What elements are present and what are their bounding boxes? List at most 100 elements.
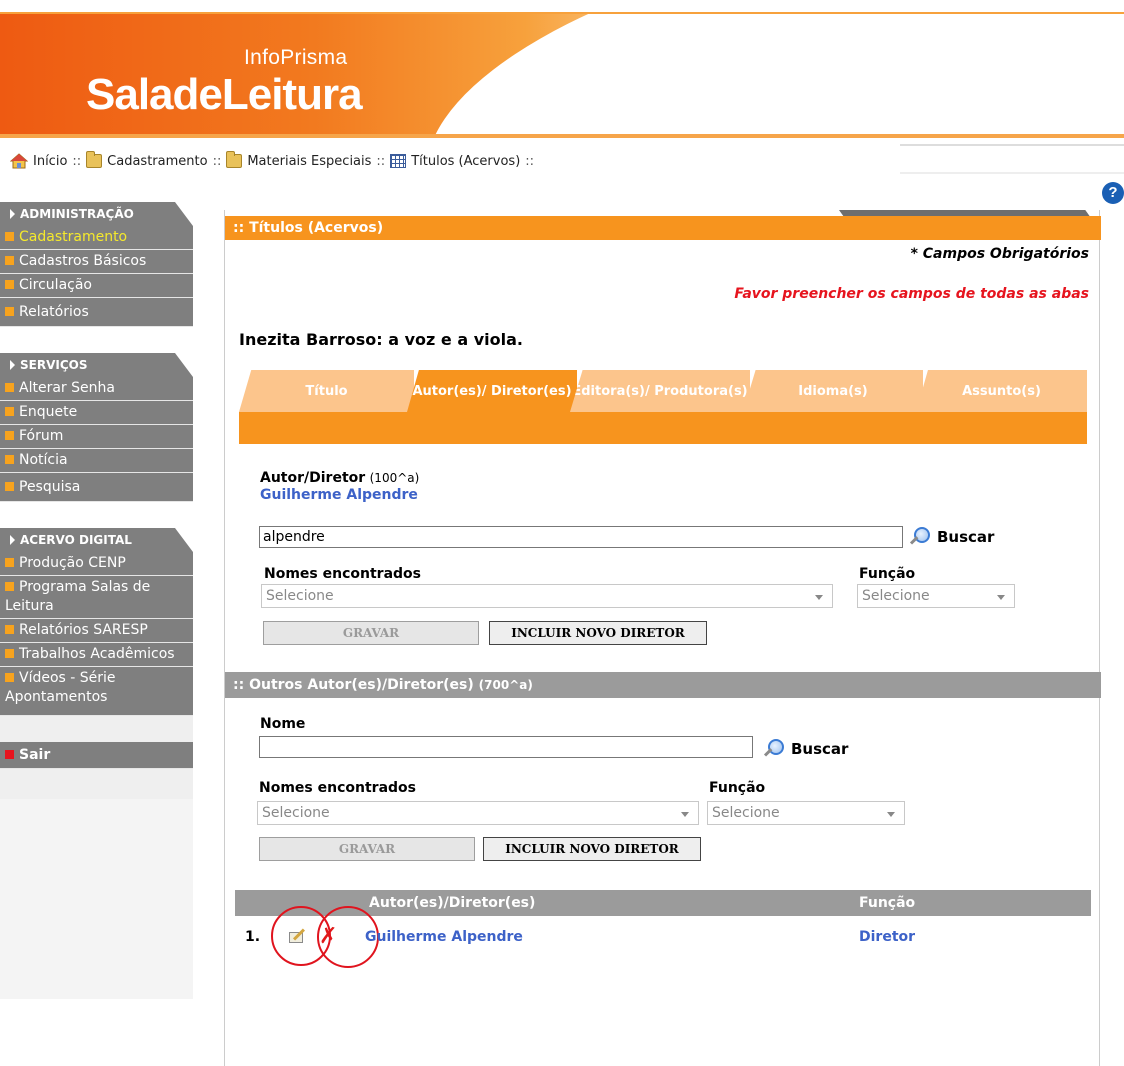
author-field-code: (100^a) — [369, 471, 420, 485]
row-function[interactable]: Diretor — [859, 929, 915, 945]
work-title: Inezita Barroso: a voz e a viola. — [239, 330, 523, 349]
sidebar-item-pesquisa[interactable]: Pesquisa — [0, 473, 193, 502]
author-label: Autor/Diretor (100^a) — [260, 470, 420, 486]
sidebar-header-servicos: SERVIÇOS — [0, 353, 193, 377]
sidebar-item-relatorios[interactable]: Relatórios — [0, 298, 193, 327]
folder-icon — [226, 151, 243, 168]
arrow-right-icon — [10, 209, 15, 219]
breadcrumb-titulos[interactable]: Títulos (Acervos) — [411, 154, 520, 169]
tab-idiomas[interactable]: Idioma(s) — [743, 370, 923, 412]
sidebar-item-videos-serie[interactable]: Vídeos - Série Apontamentos — [0, 667, 193, 716]
folder-icon — [86, 151, 103, 168]
sidebar-item-producao-cenp[interactable]: Produção CENP — [0, 552, 193, 576]
bullet-icon — [5, 256, 14, 265]
row-author-name[interactable]: Guilherme Alpendre — [365, 929, 523, 945]
arrow-right-icon — [10, 535, 15, 545]
sidebar-item-enquete[interactable]: Enquete — [0, 401, 193, 425]
author-new-director-button[interactable]: INCLUIR NOVO DIRETOR — [489, 621, 707, 645]
arrow-right-icon — [10, 360, 15, 370]
sidebar-item-sair[interactable]: Sair — [0, 742, 193, 769]
header-banner: InfoPrisma SaladeLeitura — [0, 12, 1124, 138]
others-names-found-label: Nomes encontrados — [259, 780, 416, 796]
bullet-icon — [5, 482, 14, 491]
author-function-select[interactable]: Selecione — [857, 584, 1015, 608]
tab-editoras-produtoras[interactable]: Editora(s)/ Produtora(s) — [570, 370, 750, 412]
grid-icon — [390, 154, 407, 168]
panel-title: :: Títulos (Acervos) — [225, 216, 1101, 240]
home-icon — [10, 153, 28, 169]
breadcrumb-separator: :: — [376, 153, 386, 169]
table-row: 1. ✗ Guilherme Alpendre Diretor — [235, 906, 1091, 968]
required-fields-note: * Campos Obrigatórios — [910, 246, 1089, 262]
breadcrumb-inicio[interactable]: Início — [33, 154, 67, 169]
sidebar-item-forum[interactable]: Fórum — [0, 425, 193, 449]
author-names-found-label: Nomes encontrados — [264, 566, 421, 582]
breadcrumb-separator: :: — [72, 153, 82, 169]
sidebar-header-acervo: ACERVO DIGITAL — [0, 528, 193, 552]
others-new-director-button[interactable]: INCLUIR NOVO DIRETOR — [483, 837, 701, 861]
help-icon[interactable]: ? — [1102, 182, 1124, 204]
bullet-icon — [5, 558, 14, 567]
author-current-name[interactable]: Guilherme Alpendre — [260, 487, 418, 503]
bullet-icon — [5, 625, 14, 634]
warning-message: Favor preencher os campos de todas as ab… — [734, 286, 1089, 302]
author-search-button[interactable]: Buscar — [909, 526, 994, 548]
bullet-icon — [5, 383, 14, 392]
col-header-author: Autor(es)/Diretor(es) — [369, 895, 536, 911]
others-save-button[interactable]: GRAVAR — [259, 837, 475, 861]
sidebar-group-acervo: ACERVO DIGITAL Produção CENP Programa Sa… — [0, 528, 193, 716]
sidebar-item-cadastros-basicos[interactable]: Cadastros Básicos — [0, 250, 193, 274]
bullet-icon — [5, 307, 14, 316]
sidebar-item-alterar-senha[interactable]: Alterar Senha — [0, 377, 193, 401]
col-header-function: Função — [859, 895, 916, 911]
tab-strip: Título Autor(es)/ Diretor(es) Editora(s)… — [239, 370, 1087, 412]
sidebar-footer — [0, 799, 193, 999]
sidebar-item-cadastramento[interactable]: Cadastramento — [0, 226, 193, 250]
sidebar-item-trabalhos-academicos[interactable]: Trabalhos Acadêmicos — [0, 643, 193, 667]
bullet-icon — [5, 455, 14, 464]
brand-small: InfoPrisma — [244, 46, 348, 69]
author-search-input[interactable]: alpendre — [259, 526, 903, 548]
bullet-icon — [5, 582, 14, 591]
search-icon — [909, 526, 931, 548]
others-section-bar: :: Outros Autor(es)/Diretor(es) (700^a) — [225, 672, 1101, 698]
breadcrumb: Início :: Cadastramento :: Materiais Esp… — [10, 150, 539, 172]
others-search-button[interactable]: Buscar — [763, 738, 848, 760]
chevron-down-icon — [681, 812, 689, 817]
breadcrumb-cadastramento[interactable]: Cadastramento — [107, 154, 207, 169]
panel-head: :: Títulos (Acervos) — [225, 210, 1101, 240]
others-names-select[interactable]: Selecione — [257, 801, 699, 825]
sidebar-gap — [0, 716, 193, 742]
tab-bar — [239, 412, 1087, 444]
sidebar-header-admin: ADMINISTRAÇÃO — [0, 202, 193, 226]
exit-bullet-icon — [5, 750, 14, 759]
row-number: 1. — [245, 929, 261, 945]
author-save-button[interactable]: GRAVAR — [263, 621, 479, 645]
banner-bottom-line — [0, 134, 1124, 138]
others-function-label: Função — [709, 780, 766, 796]
others-function-select[interactable]: Selecione — [707, 801, 905, 825]
tab-autores-diretores[interactable]: Autor(es)/ Diretor(es) — [407, 370, 577, 412]
tab-assuntos[interactable]: Assunto(s) — [916, 370, 1087, 412]
breadcrumb-materiais-especiais[interactable]: Materiais Especiais — [247, 154, 371, 169]
bullet-icon — [5, 280, 14, 289]
sidebar-item-programa-salas[interactable]: Programa Salas de Leitura — [0, 576, 193, 619]
breadcrumb-rule-bottom — [900, 172, 1124, 174]
tab-titulo[interactable]: Título — [239, 370, 414, 412]
bullet-icon — [5, 232, 14, 241]
chevron-down-icon — [815, 595, 823, 600]
breadcrumb-separator: :: — [525, 153, 535, 169]
sidebar-item-relatorios-saresp[interactable]: Relatórios SARESP — [0, 619, 193, 643]
author-names-select[interactable]: Selecione — [261, 584, 833, 608]
breadcrumb-separator: :: — [212, 153, 222, 169]
bullet-icon — [5, 431, 14, 440]
chevron-down-icon — [887, 812, 895, 817]
breadcrumb-rule — [900, 144, 1124, 146]
main-panel: :: Títulos (Acervos) * Campos Obrigatóri… — [224, 210, 1101, 1066]
sidebar-group-servicos: SERVIÇOS Alterar Senha Enquete Fórum Not… — [0, 353, 193, 502]
others-name-label: Nome — [260, 716, 306, 732]
sidebar-item-noticia[interactable]: Notícia — [0, 449, 193, 473]
bullet-icon — [5, 649, 14, 658]
sidebar-item-circulacao[interactable]: Circulação — [0, 274, 193, 298]
others-name-input[interactable] — [259, 736, 753, 758]
